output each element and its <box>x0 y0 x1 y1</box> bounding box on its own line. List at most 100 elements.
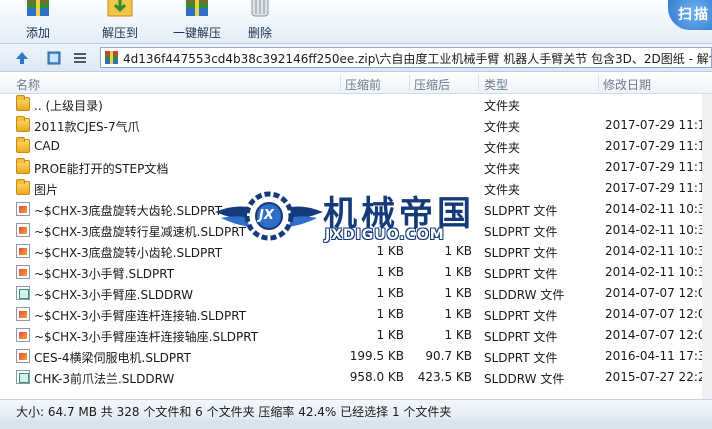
status-bar: 大小: 64.7 MB 共 328 个文件和 6 个文件夹 压缩率 42.4% … <box>0 399 712 420</box>
file-name: ~$CHX-3小手臂座连杆连接轴.SLDPRT <box>34 309 247 323</box>
file-type: 文件夹 <box>484 162 521 176</box>
column-size[interactable]: 压缩后 <box>414 76 450 93</box>
watermark-subtitle: JXDIGUO.COM <box>325 227 445 243</box>
part-file-icon <box>16 349 30 363</box>
file-date: 2017-07-29 11:10 <box>605 139 712 153</box>
file-row[interactable]: CAD 文件夹 2017-07-29 11:10 <box>0 136 712 157</box>
column-name[interactable]: 名称 <box>16 76 40 93</box>
file-name: 2011款CJES-7气爪 <box>34 120 140 134</box>
folder-icon <box>16 158 30 174</box>
file-row[interactable]: .. (上级目录) 文件夹 <box>0 94 712 115</box>
file-type: SLDPRT 文件 <box>484 330 558 344</box>
file-date: 2014-02-11 10:35 <box>605 244 712 258</box>
file-date: 2017-07-29 11:10 <box>605 118 712 132</box>
file-compressed-size: 423.5 KB <box>417 370 472 384</box>
file-size: 958.0 KB <box>349 370 404 384</box>
watermark: JX 机械帝国 JXDIGUO.COM <box>213 184 513 248</box>
address-bar: 4d136f447553cd4b38c392146ff250ee.zip\六自由… <box>0 44 712 72</box>
file-row[interactable]: CES-4横梁伺服电机.SLDPRT 199.5 KB 90.7 KB SLDPRT … <box>0 346 712 367</box>
extract-to-button[interactable]: 解压到 <box>92 0 148 44</box>
file-type: SLDDRW 文件 <box>484 372 565 386</box>
delete-button[interactable]: 删除 <box>232 0 288 44</box>
file-type: SLDPRT 文件 <box>484 351 558 365</box>
file-name: .. (上级目录) <box>34 99 103 113</box>
file-date: 2015-07-27 22:29 <box>605 370 712 384</box>
file-type: 文件夹 <box>484 99 521 113</box>
file-compressed-size: 90.7 KB <box>425 349 472 363</box>
column-separator[interactable] <box>598 75 599 91</box>
file-size: 199.5 KB <box>349 349 404 363</box>
part-file-icon <box>16 265 30 279</box>
file-name: PROE能打开的STEP文档 <box>34 162 169 176</box>
file-name: CES-4横梁伺服电机.SLDPRT <box>34 351 191 365</box>
view-icon[interactable] <box>46 50 62 66</box>
address-field[interactable]: 4d136f447553cd4b38c392146ff250ee.zip\六自由… <box>100 47 712 68</box>
file-type: SLDPRT 文件 <box>484 309 558 323</box>
file-name: ~$CHX-3底盘旋转大齿轮.SLDPRT <box>34 204 223 218</box>
folder-icon <box>16 137 30 153</box>
up-arrow-icon[interactable] <box>14 50 30 66</box>
watermark-badge: JX <box>259 208 274 223</box>
drawing-file-icon <box>16 286 30 300</box>
part-file-icon <box>16 244 30 258</box>
trash-icon <box>251 0 269 17</box>
part-file-icon <box>16 328 30 342</box>
file-date: 2014-02-11 10:35 <box>605 265 712 279</box>
one-click-extract-icon <box>186 0 208 16</box>
column-separator[interactable] <box>340 75 341 91</box>
file-compressed-size: 1 KB <box>444 286 472 300</box>
status-text: 大小: 64.7 MB 共 328 个文件和 6 个文件夹 压缩率 42.4% … <box>16 405 452 419</box>
column-separator[interactable] <box>478 75 479 91</box>
file-size: 1 KB <box>376 286 404 300</box>
add-label: 添加 <box>25 26 50 40</box>
file-size: 1 KB <box>376 265 404 279</box>
file-date: 2014-07-07 12:01 <box>605 328 712 342</box>
part-file-icon <box>16 202 30 216</box>
toolbar: 添加 解压到 一键解压 删除 扫描 <box>0 0 712 44</box>
drawing-file-icon <box>16 370 30 384</box>
file-row[interactable]: ~$CHX-3小手臂座.SLDDRW 1 KB 1 KB SLDDRW 文件 2014-… <box>0 283 712 304</box>
address-path: 4d136f447553cd4b38c392146ff250ee.zip\六自由… <box>123 52 712 66</box>
add-archive-icon <box>27 0 49 16</box>
column-separator[interactable] <box>409 75 410 91</box>
column-compressed-size[interactable]: 压缩前 <box>345 76 381 93</box>
file-row[interactable]: 2011款CJES-7气爪 文件夹 2017-07-29 11:10 <box>0 115 712 136</box>
part-file-icon <box>16 223 30 237</box>
file-type: 文件夹 <box>484 120 521 134</box>
file-date: 2017-07-29 11:10 <box>605 181 712 195</box>
file-size: 1 KB <box>376 307 404 321</box>
add-button[interactable]: 添加 <box>10 0 66 44</box>
file-compressed-size: 1 KB <box>444 265 472 279</box>
file-date: 2016-04-11 17:31 <box>605 349 712 363</box>
file-date: 2014-07-07 12:01 <box>605 286 712 300</box>
vertical-scrollbar[interactable] <box>702 94 712 399</box>
file-row[interactable]: ~$CHX-3小手臂.SLDPRT 1 KB 1 KB SLDPRT 文件 2014-0… <box>0 262 712 283</box>
bottom-strip <box>0 420 712 429</box>
file-name: CHK-3前爪法兰.SLDDRW <box>34 372 175 386</box>
file-row[interactable]: ~$CHX-3小手臂座连杆连接轴座.SLDPRT 1 KB 1 KB SLDPRT 文… <box>0 325 712 346</box>
column-type[interactable]: 类型 <box>484 76 508 93</box>
zip-file-icon <box>105 51 118 64</box>
list-view-icon[interactable] <box>72 50 88 66</box>
folder-icon <box>16 179 30 195</box>
file-name: ~$CHX-3小手臂.SLDPRT <box>34 267 175 281</box>
file-name: CAD <box>34 139 60 153</box>
column-modified[interactable]: 修改日期 <box>603 76 651 93</box>
file-date: 2017-07-29 11:10 <box>605 160 712 174</box>
file-compressed-size: 1 KB <box>444 328 472 342</box>
file-date: 2014-02-11 10:35 <box>605 223 712 237</box>
scan-button[interactable]: 扫描 <box>668 0 712 30</box>
delete-label: 删除 <box>247 26 272 40</box>
one-click-extract-button[interactable]: 一键解压 <box>162 0 232 44</box>
file-type: SLDPRT 文件 <box>484 267 558 281</box>
file-row[interactable]: ~$CHX-3小手臂座连杆连接轴.SLDPRT 1 KB 1 KB SLDPRT 文件… <box>0 304 712 325</box>
one-click-extract-label: 一键解压 <box>172 26 221 40</box>
column-header: 名称 压缩前 压缩后 类型 修改日期 <box>0 72 712 94</box>
file-date: 2014-02-11 10:35 <box>605 202 712 216</box>
file-row[interactable]: PROE能打开的STEP文档 文件夹 2017-07-29 11:10 <box>0 157 712 178</box>
file-name: 图片 <box>34 183 59 197</box>
folder-icon <box>16 116 30 132</box>
file-row[interactable]: CHK-3前爪法兰.SLDDRW 958.0 KB 423.5 KB SLDDRW 文… <box>0 367 712 388</box>
extract-to-label: 解压到 <box>101 26 138 40</box>
file-name: ~$CHX-3小手臂座连杆连接轴座.SLDPRT <box>34 330 259 344</box>
